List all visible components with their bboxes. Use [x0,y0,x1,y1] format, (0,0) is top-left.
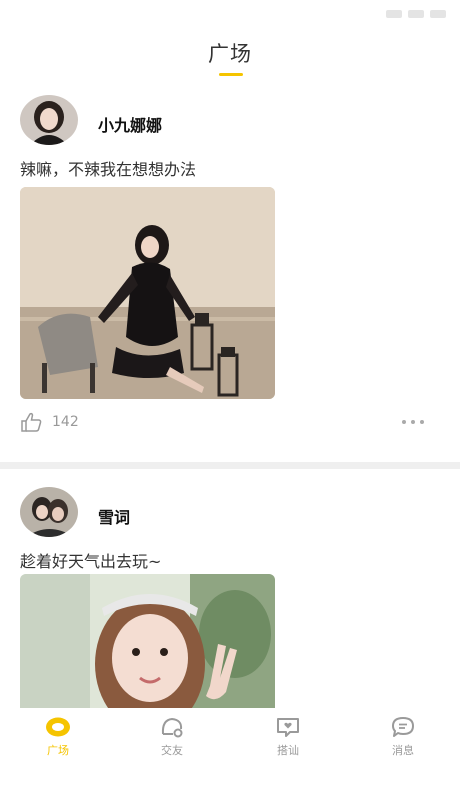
tab-label: 交友 [161,744,183,757]
message-icon [392,717,414,737]
tab-square[interactable]: 广场 [18,716,98,758]
username[interactable]: 雪词 [98,504,130,528]
tab-label: 广场 [47,744,69,757]
title-underline [219,73,243,76]
like-count: 142 [52,414,79,430]
post-caption: 辣嘛，不辣我在想想办法 [20,160,197,179]
user-avatar[interactable] [20,95,78,145]
post-photo[interactable] [20,187,275,399]
post-photo[interactable] [20,574,275,708]
thumbs-up-icon [21,412,42,432]
more-options-icon[interactable] [402,420,424,424]
post-divider [0,462,460,469]
username[interactable]: 小九娜娜 [98,112,162,136]
square-icon [46,717,70,737]
chat-heart-icon [277,718,299,737]
status-icons [386,10,446,18]
post-card[interactable]: 小九娜娜 辣嘛，不辣我在想想办法 142 [0,90,460,462]
tab-label: 搭讪 [277,744,299,757]
tab-label: 消息 [392,744,414,757]
tab-friends[interactable]: 交友 [132,716,212,758]
user-avatar[interactable] [20,487,78,537]
post-caption: 趁着好天气出去玩~ [20,552,162,571]
wifi-icon [408,10,424,18]
battery-icon [430,10,446,18]
page-title: 广场 [208,42,252,66]
page-header: 广场 [0,40,460,82]
post-feed[interactable]: 小九娜娜 辣嘛，不辣我在想想办法 142 雪词 趁着好天气出去玩~ [0,90,460,708]
tab-chat-up[interactable]: 搭讪 [248,716,328,758]
tab-messages[interactable]: 消息 [363,716,443,758]
status-bar [0,0,460,30]
like-button[interactable]: 142 [20,412,79,432]
post-card[interactable]: 雪词 趁着好天气出去玩~ [0,482,460,708]
friends-icon [161,717,183,738]
bottom-tab-bar: 广场 交友 搭讪 消息 [0,708,460,800]
signal-icon [386,10,402,18]
